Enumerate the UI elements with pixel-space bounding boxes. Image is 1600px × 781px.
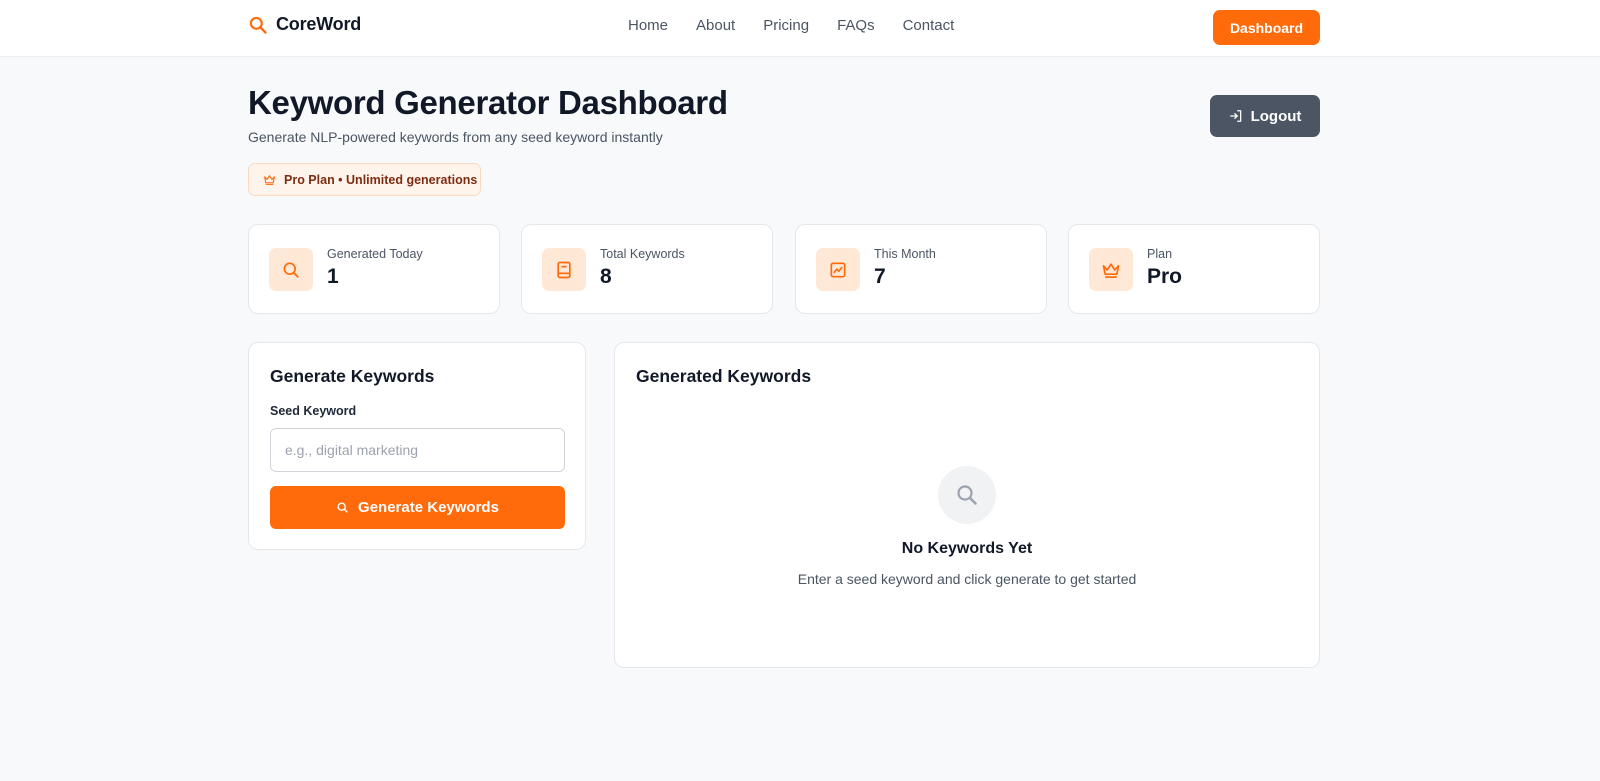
stat-label: Generated Today [327,247,423,261]
plan-badge-label: Pro Plan • Unlimited generations [284,172,478,187]
main-nav: Home About Pricing FAQs Contact [628,17,954,34]
nav-link-pricing[interactable]: Pricing [763,17,809,34]
top-navbar: CoreWord Home About Pricing FAQs Contact… [0,0,1600,57]
stat-value: 1 [327,265,339,288]
stat-icon-box [1089,248,1133,291]
stat-label: This Month [874,247,936,261]
results-card: Generated Keywords No Keywords Yet Enter… [614,342,1320,668]
nav-link-about[interactable]: About [696,17,735,34]
chart-icon [830,262,846,277]
stat-card-plan: Plan Pro [1068,224,1320,314]
nav-link-faqs[interactable]: FAQs [837,17,875,34]
search-icon [283,262,299,278]
nav-link-contact[interactable]: Contact [903,17,955,34]
plan-badge: Pro Plan • Unlimited generations [248,163,481,196]
empty-state-subtitle: Enter a seed keyword and click generate … [797,571,1137,587]
stat-icon-box [816,248,860,291]
generate-card: Generate Keywords Seed Keyword Generate … [248,342,586,550]
generate-card-title: Generate Keywords [270,366,435,386]
book-icon [557,261,571,278]
stat-value: 8 [600,265,612,288]
seed-keyword-label: Seed Keyword [270,404,357,418]
logout-icon [1229,110,1241,122]
seed-keyword-input[interactable] [270,428,565,472]
brand-logo[interactable]: CoreWord [248,14,361,35]
generate-keywords-button[interactable]: Generate Keywords [270,486,565,529]
dashboard-button[interactable]: Dashboard [1213,10,1320,45]
nav-link-home[interactable]: Home [628,17,668,34]
crown-icon [1102,262,1120,278]
page-title: Keyword Generator Dashboard [248,84,728,121]
logout-label: Logout [1250,107,1302,125]
stat-card-generated-today: Generated Today 1 [248,224,500,314]
stat-card-total-keywords: Total Keywords 8 [521,224,773,314]
search-icon [337,502,348,513]
results-card-title: Generated Keywords [636,366,812,386]
brand-name: CoreWord [276,14,362,34]
crown-icon [264,175,275,185]
stat-value: 7 [874,265,886,288]
stat-card-this-month: This Month 7 [795,224,1047,314]
stat-label: Total Keywords [600,247,685,261]
stat-value: Pro [1147,265,1183,288]
empty-state-icon-circle [938,466,996,524]
page-subtitle: Generate NLP-powered keywords from any s… [248,129,663,145]
generate-button-label: Generate Keywords [358,499,499,516]
logout-button[interactable]: Logout [1210,95,1320,137]
empty-state-title: No Keywords Yet [901,540,1033,557]
stat-label: Plan [1147,247,1173,261]
search-icon [957,485,977,505]
search-icon [249,16,267,34]
stat-icon-box [269,248,313,291]
stat-icon-box [542,248,586,291]
